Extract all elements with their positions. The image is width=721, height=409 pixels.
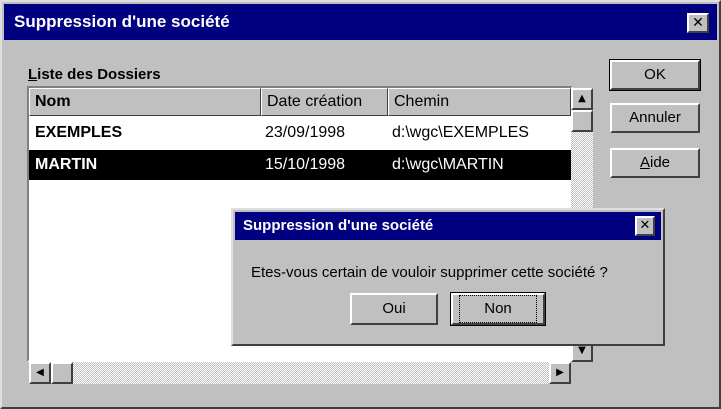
confirm-title-bar: Suppression d'une société ✕ bbox=[235, 212, 661, 240]
list-label: Liste des Dossiers bbox=[28, 66, 161, 83]
arrow-up-icon: ▲ bbox=[578, 93, 586, 104]
no-button[interactable]: Non bbox=[450, 292, 546, 326]
table-row-selected[interactable]: MARTIN 15/10/1998 d:\wgc\MARTIN bbox=[29, 150, 571, 180]
horizontal-scrollbar[interactable]: ◀ ▶ bbox=[29, 362, 571, 384]
arrow-right-icon: ▶ bbox=[556, 367, 564, 378]
cell-chemin: d:\wgc\EXEMPLES bbox=[392, 124, 529, 141]
vertical-scroll-thumb[interactable] bbox=[571, 110, 593, 132]
horizontal-scroll-thumb[interactable] bbox=[51, 362, 73, 384]
confirm-close-button[interactable]: ✕ bbox=[635, 216, 655, 236]
main-window: Suppression d'une société ✕ Liste des Do… bbox=[0, 0, 721, 409]
cell-date: 15/10/1998 bbox=[265, 156, 346, 173]
yes-button[interactable]: Oui bbox=[350, 293, 438, 325]
column-header-date[interactable]: Date création bbox=[261, 88, 388, 116]
cell-chemin: d:\wgc\MARTIN bbox=[392, 156, 504, 173]
table-row[interactable]: EXEMPLES 23/09/1998 d:\wgc\EXEMPLES bbox=[29, 118, 571, 148]
column-header-chemin[interactable]: Chemin bbox=[388, 88, 571, 116]
close-icon: ✕ bbox=[692, 15, 704, 31]
column-header-nom[interactable]: Nom bbox=[29, 88, 261, 116]
confirm-dialog: Suppression d'une société ✕ Etes-vous ce… bbox=[231, 208, 665, 346]
cancel-button[interactable]: Annuler bbox=[610, 103, 700, 133]
ok-button[interactable]: OK bbox=[609, 59, 701, 91]
scroll-right-button[interactable]: ▶ bbox=[549, 362, 571, 384]
cell-nom: EXEMPLES bbox=[35, 124, 123, 141]
scroll-up-button[interactable]: ▲ bbox=[571, 88, 593, 110]
title-bar: Suppression d'une société ✕ bbox=[4, 4, 717, 40]
scroll-left-button[interactable]: ◀ bbox=[29, 362, 51, 384]
confirm-title: Suppression d'une société bbox=[243, 217, 434, 234]
arrow-left-icon: ◀ bbox=[36, 367, 44, 378]
help-button[interactable]: Aide bbox=[610, 148, 700, 178]
list-header: Nom Date création Chemin bbox=[29, 88, 571, 116]
arrow-down-icon: ▼ bbox=[578, 345, 586, 356]
no-button-label: Non bbox=[459, 295, 537, 323]
window-title: Suppression d'une société bbox=[14, 12, 230, 31]
close-button[interactable]: ✕ bbox=[687, 13, 709, 33]
cell-nom: MARTIN bbox=[35, 156, 98, 173]
cell-date: 23/09/1998 bbox=[265, 124, 346, 141]
confirm-message: Etes-vous certain de vouloir supprimer c… bbox=[251, 264, 608, 281]
close-icon: ✕ bbox=[639, 218, 651, 233]
